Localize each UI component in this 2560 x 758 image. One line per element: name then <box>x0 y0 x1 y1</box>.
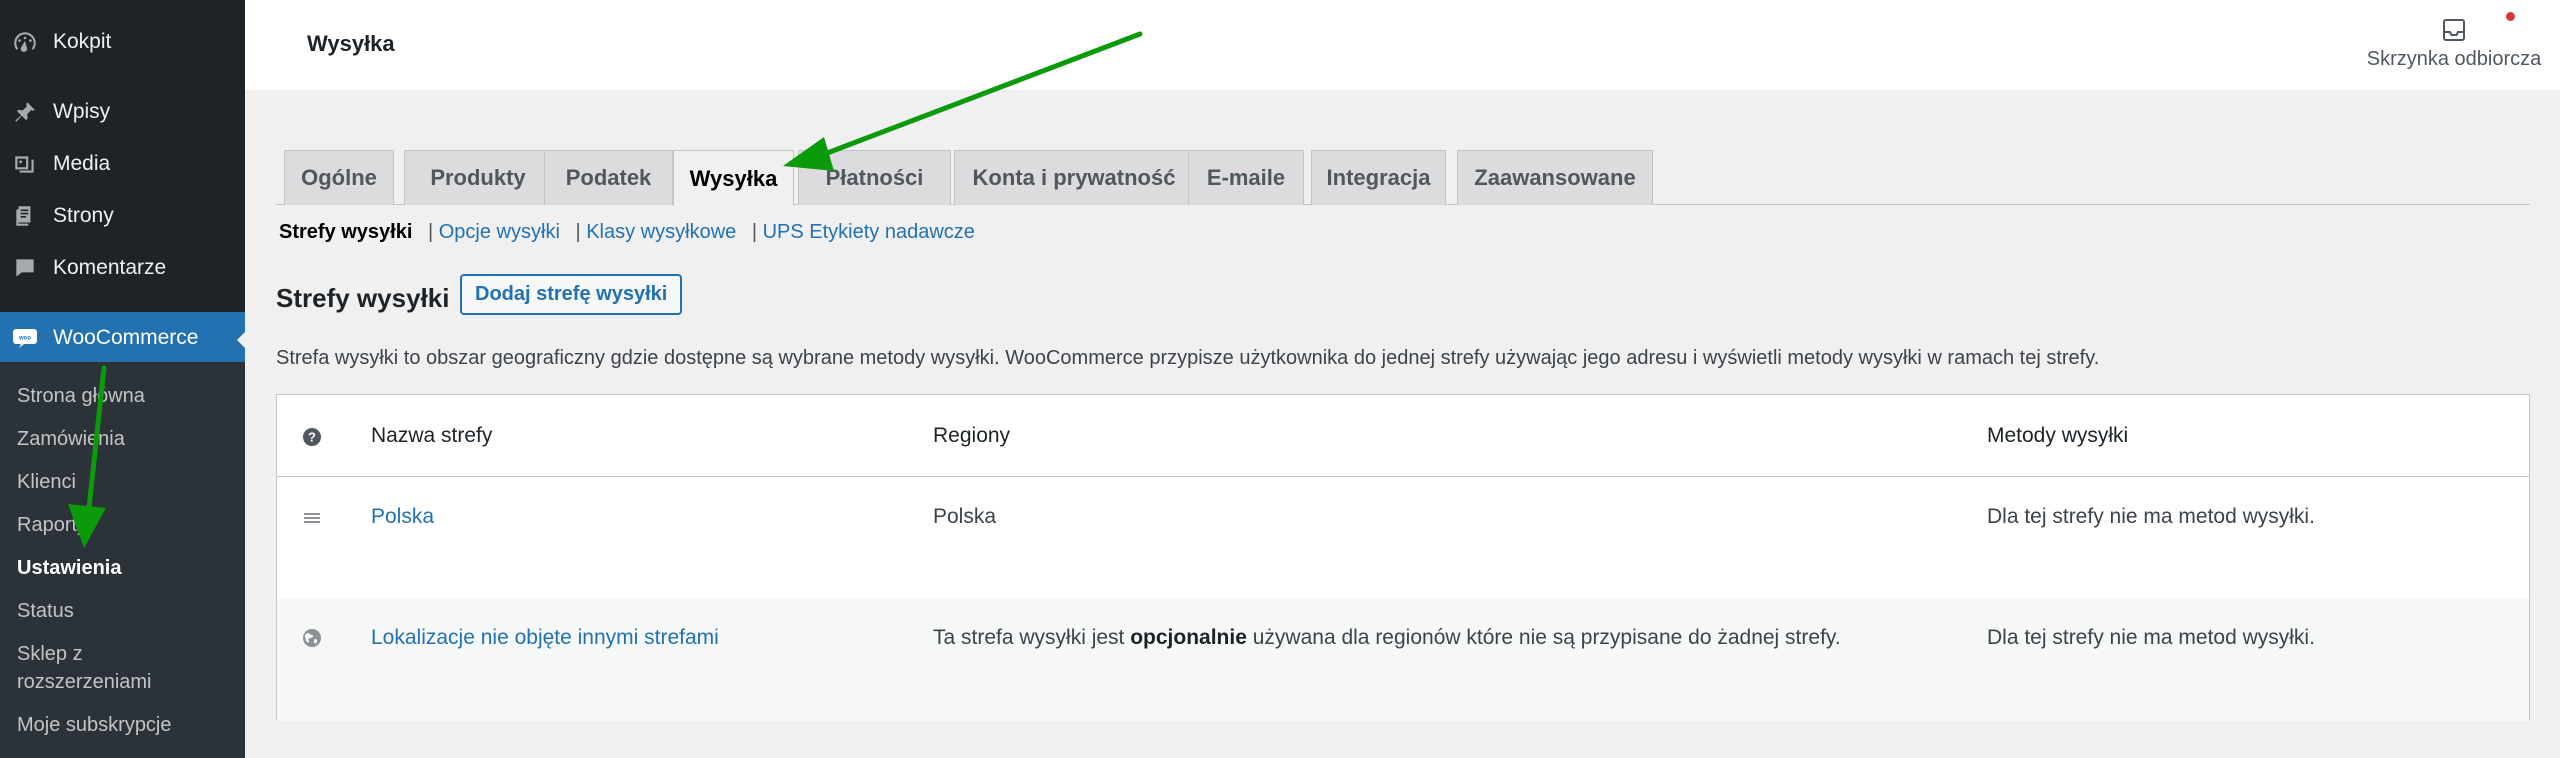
media-icon <box>12 151 38 177</box>
menu-label: Komentarze <box>53 256 167 279</box>
submenu-item-settings[interactable]: Ustawienia <box>17 554 121 582</box>
subnav-separator: | <box>575 221 581 243</box>
submenu-item-reports[interactable]: Raporty <box>17 511 87 539</box>
notification-dot <box>2506 12 2515 21</box>
tab-accounts-privacy[interactable]: Konta i prywatność <box>954 150 1194 205</box>
add-shipping-zone-button[interactable]: Dodaj strefę wysyłki <box>460 274 683 315</box>
drag-handle-icon[interactable] <box>302 508 322 528</box>
regions-text-pre: Ta strefa wysyłki jest <box>933 626 1131 649</box>
subnav-shipping-classes[interactable]: Klasy wysyłkowe <box>586 221 736 243</box>
menu-item-media[interactable]: Media <box>0 140 245 188</box>
menu-item-posts[interactable]: Wpisy <box>0 88 245 136</box>
inbox-button[interactable]: Skrzynka odbiorcza <box>2354 16 2554 71</box>
zone-methods: Dla tej strefy nie ma metod wysyłki. <box>1987 505 2315 528</box>
page-title: Wysyłka <box>307 31 395 56</box>
submenu-item-extensions-line1[interactable]: Sklep z <box>17 640 83 668</box>
menu-label: Kokpit <box>53 30 112 53</box>
regions-text-post: używana dla regionów które nie są przypi… <box>1246 626 1841 649</box>
table-row: Lokalizacje nie objęte innymi strefami T… <box>277 599 2529 721</box>
comments-icon <box>12 255 38 281</box>
tab-payments[interactable]: Płatności <box>798 150 951 205</box>
svg-text:woo: woo <box>18 336 31 342</box>
globe-icon <box>302 628 322 648</box>
submenu-item-subscriptions[interactable]: Moje subskrypcje <box>17 711 172 739</box>
menu-item-woocommerce[interactable]: woo WooCommerce <box>0 312 245 364</box>
submenu-item-status[interactable]: Status <box>17 597 74 625</box>
subnav-current[interactable]: Strefy wysyłki <box>279 221 412 243</box>
pin-icon <box>12 99 38 125</box>
settings-tabs: Ogólne Produkty Podatek Wysyłka Płatnośc… <box>276 150 2530 206</box>
inbox-icon <box>2443 19 2465 41</box>
menu-label: WooCommerce <box>53 326 199 349</box>
zone-name-link[interactable]: Lokalizacje nie objęte innymi strefami <box>371 626 719 650</box>
zone-name-link[interactable]: Polska <box>371 505 434 529</box>
zone-regions: Ta strefa wysyłki jest opcjonalnie używa… <box>933 626 1841 650</box>
subnav-separator: | <box>427 221 434 243</box>
admin-sidebar: Kokpit Wpisy Media Strony Komentarze woo… <box>0 0 249 758</box>
tab-products[interactable]: Produkty <box>404 150 552 205</box>
table-row: Polska Polska Dla tej strefy nie ma meto… <box>277 478 2529 600</box>
submenu-item-orders[interactable]: Zamówienia <box>17 425 125 453</box>
menu-item-pages[interactable]: Strony <box>0 192 245 240</box>
submenu-item-customers[interactable]: Klienci <box>17 468 76 496</box>
menu-label: Strony <box>53 204 114 227</box>
column-header-methods: Metody wysyłki <box>1987 424 2129 447</box>
section-title: Strefy wysyłki <box>276 283 450 313</box>
dashboard-icon <box>12 29 38 55</box>
submenu-item-extensions-line2[interactable]: rozszerzeniami <box>17 668 151 696</box>
tab-general[interactable]: Ogólne <box>284 150 394 205</box>
shipping-subnav: Strefy wysyłki | Opcje wysyłki | Klasy w… <box>279 221 975 244</box>
woo-icon: woo <box>12 325 38 351</box>
menu-label: Wpisy <box>53 100 111 123</box>
top-header: Wysyłka Skrzynka odbiorcza <box>245 0 2560 90</box>
menu-item-dashboard[interactable]: Kokpit <box>0 18 245 66</box>
subnav-shipping-options[interactable]: Opcje wysyłki <box>439 221 560 243</box>
svg-text:?: ? <box>308 430 316 445</box>
active-menu-pointer <box>237 328 249 352</box>
regions-text-bold: opcjonalnie <box>1130 626 1247 649</box>
shipping-zones-table: ? Nazwa strefy Regiony Metody wysyłki Po… <box>276 394 2530 721</box>
column-header-zone-name: Nazwa strefy <box>371 424 493 447</box>
zone-methods: Dla tej strefy nie ma metod wysyłki. <box>1987 626 2315 649</box>
column-header-regions: Regiony <box>933 424 1011 447</box>
menu-label: Media <box>53 152 111 175</box>
tab-integration[interactable]: Integracja <box>1311 150 1446 205</box>
subnav-separator: | <box>751 221 758 243</box>
submenu-item-home[interactable]: Strona główna <box>17 382 145 410</box>
tab-advanced[interactable]: Zaawansowane <box>1457 150 1653 205</box>
tab-emails[interactable]: E-maile <box>1188 150 1304 205</box>
inbox-label: Skrzynka odbiorcza <box>2366 48 2542 70</box>
tab-tax[interactable]: Podatek <box>544 150 673 205</box>
zone-regions: Polska <box>933 505 997 528</box>
tab-shipping[interactable]: Wysyłka <box>673 150 794 206</box>
help-icon[interactable]: ? <box>302 427 322 447</box>
table-header: ? Nazwa strefy Regiony Metody wysyłki <box>277 395 2529 477</box>
subnav-ups-labels[interactable]: UPS Etykiety nadawcze <box>763 221 975 243</box>
menu-item-comments[interactable]: Komentarze <box>0 244 245 292</box>
section-description: Strefa wysyłki to obszar geograficzny gd… <box>276 347 2100 369</box>
pages-icon <box>12 203 38 229</box>
